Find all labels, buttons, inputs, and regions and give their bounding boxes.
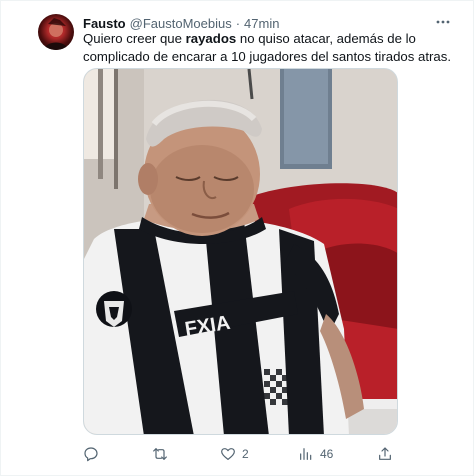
retweet-icon xyxy=(153,448,167,460)
heart-icon xyxy=(221,448,235,460)
retweet-button[interactable] xyxy=(152,444,174,464)
tweet-media-image[interactable]: FXIA xyxy=(83,68,398,435)
tweet-actions: 2 46 xyxy=(83,444,393,464)
separator-dot: · xyxy=(235,15,241,31)
reply-icon xyxy=(84,447,98,462)
avatar[interactable] xyxy=(38,14,74,50)
author-name[interactable]: Fausto xyxy=(83,16,126,31)
reply-button[interactable] xyxy=(83,444,105,464)
more-dots-icon[interactable] xyxy=(433,13,453,31)
views-button[interactable]: 46 xyxy=(298,444,333,464)
share-icon xyxy=(379,447,391,460)
tweet-time[interactable]: 47min xyxy=(244,16,279,31)
like-count: 2 xyxy=(242,447,249,461)
author-handle[interactable]: @FaustoMoebius xyxy=(130,16,232,31)
like-button[interactable]: 2 xyxy=(220,444,249,464)
views-count: 46 xyxy=(320,447,334,461)
share-button[interactable] xyxy=(377,444,393,464)
tweet-text-before: Quiero creer que xyxy=(83,31,186,46)
tweet-text: Quiero creer que rayados no quiso atacar… xyxy=(83,30,453,66)
views-icon xyxy=(300,448,312,460)
tweet-text-bold: rayados xyxy=(185,31,237,46)
tweet-card[interactable]: Fausto @FaustoMoebius · 47min Quiero cre… xyxy=(0,0,474,476)
